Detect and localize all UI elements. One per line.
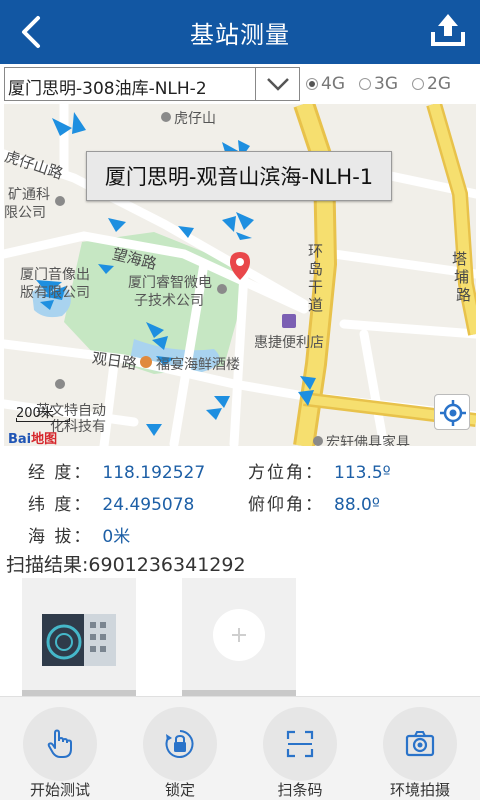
device-photo-icon <box>42 614 116 666</box>
header-bar: 基站测量 <box>0 0 480 64</box>
radio-2g[interactable]: 2G <box>412 74 451 94</box>
scan-result: 扫描结果:6901236341292 <box>6 550 246 577</box>
road-label: 路 <box>456 286 472 304</box>
latitude-row: 纬 度： 24.495078 <box>28 490 194 515</box>
scan-result-value: 6901236341292 <box>88 554 246 576</box>
tilt-label: 俯仰角： <box>248 495 324 515</box>
map-label: 子技术公司 <box>134 293 204 309</box>
network-type-group: 4G 3G 2G <box>306 74 465 94</box>
radio-dot <box>412 78 424 90</box>
radio-3g[interactable]: 3G <box>359 74 398 94</box>
dropdown-toggle[interactable] <box>255 68 299 100</box>
longitude-value: 118.192527 <box>102 463 206 483</box>
lock-label: 锁定 <box>164 781 195 799</box>
altitude-value: 0米 <box>102 527 131 547</box>
photo-thumbnail[interactable] <box>22 578 136 696</box>
start-test-button[interactable]: 开始测试 <box>0 697 120 800</box>
tool-circle <box>263 707 337 781</box>
tool-circle <box>383 707 457 781</box>
station-dropdown[interactable]: 厦门思明-308油库-NLH-2 <box>4 67 300 101</box>
scan-result-label: 扫描结果: <box>6 554 89 576</box>
azimuth-row: 方位角： 113.5º <box>248 458 391 483</box>
crosshair-icon <box>440 400 466 426</box>
baidu-logo-text: Bai <box>8 432 32 446</box>
back-arrow-icon[interactable] <box>14 12 54 52</box>
map-label: 厦门音像出 <box>20 267 90 283</box>
tool-circle <box>143 707 217 781</box>
road-label: 道 <box>308 296 324 314</box>
lock-button[interactable]: 锁定 <box>120 697 240 800</box>
start-test-label: 开始测试 <box>29 781 90 799</box>
radio-label: 2G <box>427 74 451 94</box>
radio-4g[interactable]: 4G <box>306 74 345 94</box>
locate-button[interactable] <box>434 394 470 430</box>
hand-tap-icon <box>47 729 72 758</box>
radio-dot <box>306 78 318 90</box>
environment-photo-label: 环境拍摄 <box>389 781 450 799</box>
latitude-label: 纬 度： <box>28 495 93 515</box>
longitude-row: 经 度： 118.192527 <box>28 458 205 483</box>
lock-icon <box>165 730 194 758</box>
tool-circle <box>23 707 97 781</box>
scan-barcode-button[interactable]: 扫条码 <box>240 697 360 800</box>
barcode-scan-icon <box>286 730 314 758</box>
altitude-label: 海 拔： <box>28 527 93 547</box>
map-label: 惠捷便利店 <box>254 335 324 351</box>
map-label: 厦门睿智微电 <box>128 275 212 291</box>
chevron-down-icon <box>267 78 289 91</box>
camera-icon <box>405 731 435 757</box>
map-label: 宏轩佛具家具 <box>326 435 410 446</box>
map-label: 虎仔山 <box>174 111 216 127</box>
station-dropdown-value: 厦门思明-308油库-NLH-2 <box>8 79 207 99</box>
photo-image <box>42 614 116 666</box>
radio-label: 3G <box>374 74 398 94</box>
map-label: 福宴海鲜酒楼 <box>156 357 240 373</box>
tilt-row: 俯仰角： 88.0º <box>248 490 380 515</box>
bottom-toolbar: 开始测试 锁定 扫条码 环境拍摄 <box>0 696 480 800</box>
map-label: 版有限公司 <box>20 285 90 301</box>
radio-dot <box>359 78 371 90</box>
environment-photo-button[interactable]: 环境拍摄 <box>360 697 480 800</box>
page-title: 基站测量 <box>190 20 290 49</box>
scan-barcode-label: 扫条码 <box>277 781 323 799</box>
station-tooltip: 厦门思明-观音山滨海-NLH-1 <box>86 151 392 201</box>
latitude-value: 24.495078 <box>102 495 195 515</box>
plus-icon <box>232 628 246 642</box>
azimuth-label: 方位角： <box>248 463 324 483</box>
tilt-value: 88.0º <box>334 495 380 515</box>
station-selector-row: 厦门思明-308油库-NLH-2 4G 3G 2G <box>0 64 480 104</box>
radio-label: 4G <box>321 74 345 94</box>
map-label: 矿通科 <box>8 187 50 203</box>
map-scale-bar <box>16 418 70 422</box>
baidu-logo-suffix: 地图 <box>31 432 58 446</box>
map-view[interactable]: 虎仔山 虎仔山路 矿通科 限公司 望海路 厦门睿智微电 子技术公司 厦门音像出 … <box>4 104 476 446</box>
azimuth-value: 113.5º <box>334 463 391 483</box>
add-photo-circle <box>213 609 265 661</box>
upload-icon[interactable] <box>428 10 468 50</box>
baidu-logo: Bai地图 <box>8 428 57 446</box>
longitude-label: 经 度： <box>28 463 93 483</box>
map-label: 限公司 <box>4 205 46 221</box>
altitude-row: 海 拔： 0米 <box>28 522 130 547</box>
add-photo-button[interactable] <box>182 578 296 696</box>
